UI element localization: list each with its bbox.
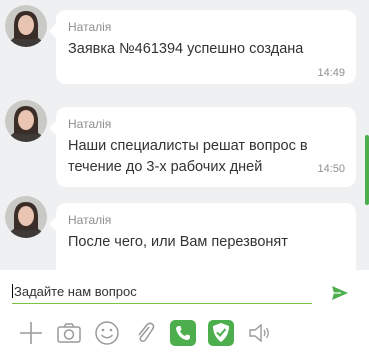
avatar xyxy=(5,196,47,238)
phone-icon[interactable] xyxy=(170,320,196,346)
sender-name: Наталія xyxy=(68,117,112,131)
message-bubble: Наталія После чего, или Вам перезвонят xyxy=(49,203,356,270)
message-text: Наши специалисты решат вопрос в течение … xyxy=(68,136,344,178)
chat-history[interactable]: Наталія Заявка №461394 успешно создана 1… xyxy=(0,0,369,270)
sender-name: Наталія xyxy=(68,213,112,227)
text-caret xyxy=(12,284,13,298)
send-icon[interactable] xyxy=(329,282,351,304)
message-time: 14:49 xyxy=(317,67,345,79)
message-line: Наши специалисты решат вопрос в xyxy=(68,138,308,154)
paperclip-icon[interactable] xyxy=(132,320,158,346)
avatar xyxy=(5,100,47,142)
smile-icon[interactable] xyxy=(94,320,120,346)
message-bubble: Наталія Заявка №461394 успешно создана xyxy=(49,10,356,84)
speaker-icon[interactable] xyxy=(246,320,272,346)
message-text: Заявка №461394 успешно создана xyxy=(68,41,304,57)
message-bubble: Наталія Наши специалисты решат вопрос в … xyxy=(49,107,356,187)
message-input[interactable]: Задайте нам вопрос xyxy=(12,282,312,304)
message-line: течение до 3-х рабочих дней xyxy=(68,159,263,175)
shield-check-icon[interactable] xyxy=(208,320,234,346)
sender-name: Наталія xyxy=(68,20,112,34)
plus-icon[interactable] xyxy=(18,320,44,346)
avatar xyxy=(5,5,47,47)
message-time: 14:50 xyxy=(317,163,345,175)
scrollbar[interactable] xyxy=(365,135,369,205)
camera-icon[interactable] xyxy=(56,320,82,346)
composer: Задайте нам вопрос xyxy=(0,270,369,359)
message-text: После чего, или Вам перезвонят xyxy=(68,234,288,250)
input-placeholder: Задайте нам вопрос xyxy=(14,284,137,299)
